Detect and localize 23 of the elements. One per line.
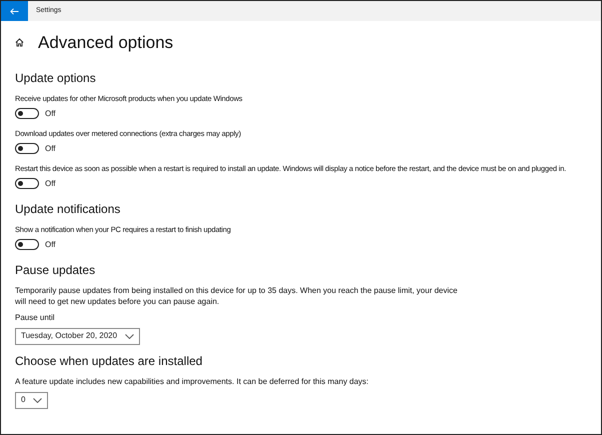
toggle-state: Off	[45, 178, 56, 190]
section-heading: Update notifications	[15, 202, 122, 216]
section-heading: Pause updates	[15, 262, 96, 278]
back-button[interactable]	[1, 1, 28, 21]
home-icon	[15, 38, 24, 48]
section-heading: Update options	[15, 70, 97, 86]
dropdown[interactable]: Tuesday, October 20, 2020	[15, 328, 140, 344]
description-text: A feature update includes new capabilities and improvements. It can be deferred for this many days:	[15, 376, 370, 386]
toggle-state: Off	[45, 142, 56, 154]
chevron-down-icon	[33, 398, 42, 402]
back-arrow-icon	[10, 8, 19, 14]
toggle-switch[interactable]	[15, 178, 39, 189]
field-label: Pause until	[15, 312, 55, 324]
dropdown[interactable]: 0	[15, 392, 48, 408]
toggle-state: Off	[45, 238, 56, 250]
toggle-switch[interactable]	[15, 239, 39, 250]
description-text: Temporarily pause updates from being installed on this device for up to 35 days. When you reach the pause limit, your device will need to get new updates before you can pause again.	[15, 284, 458, 306]
toggle-state: Off	[45, 108, 56, 120]
toggle-switch[interactable]	[15, 143, 39, 154]
page-title: Advanced options	[38, 32, 174, 54]
toggle-switch[interactable]	[15, 108, 39, 119]
chevron-down-icon	[125, 334, 134, 338]
section-heading: Choose when updates are installed	[15, 354, 204, 368]
